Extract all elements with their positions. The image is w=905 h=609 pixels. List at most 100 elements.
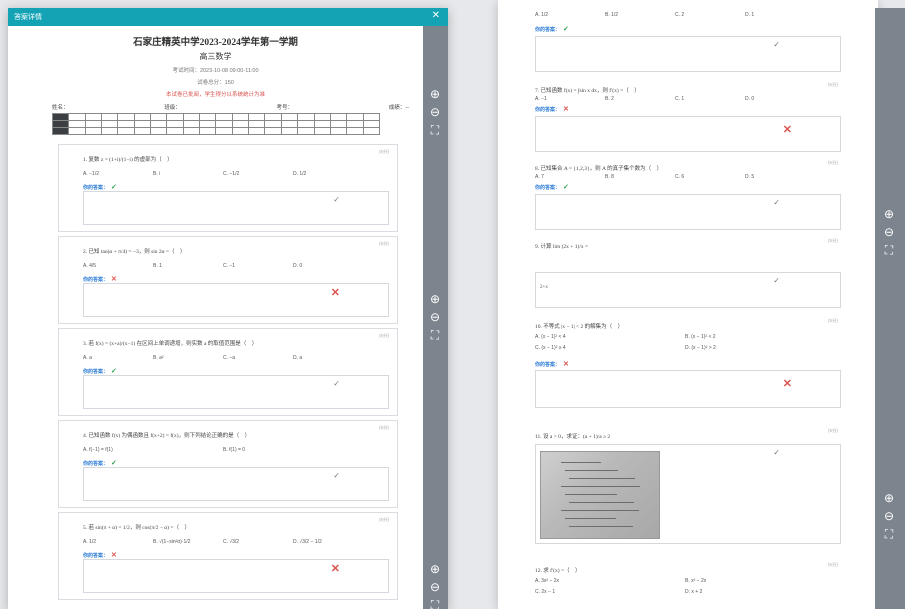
score-cell: [51, 127, 70, 135]
zoom-in-icon[interactable]: ⊕: [881, 206, 897, 222]
close-icon[interactable]: ✕: [432, 10, 440, 21]
option: C. (x − 1)² ≥ 4: [535, 345, 566, 351]
zoom-out-icon[interactable]: ⊖: [881, 224, 897, 240]
option-2: B. f(1) = 0: [223, 447, 246, 453]
score-cell: [133, 113, 152, 121]
exam-paper-view[interactable]: 石家庄精英中学2023-2024学年第一学期 高三数学 考试时间：2023-10…: [8, 26, 423, 609]
check-icon: ✓: [333, 471, 340, 480]
score-cell: [248, 113, 266, 121]
question-card: (5分) 1. 复数 z = (1+i)/(1−i) 的虚部为（ ） A. −1/2…: [58, 144, 398, 232]
zoom-out-icon[interactable]: ⊖: [881, 508, 897, 524]
fit-screen-icon[interactable]: ⛶: [427, 597, 443, 609]
question-score-label: (5分): [828, 428, 838, 433]
score-cell: [84, 120, 103, 128]
fit-screen-icon[interactable]: ⛶: [881, 526, 897, 542]
score-cell: [313, 120, 331, 128]
score-cell: [362, 120, 381, 128]
score-cell: [248, 127, 266, 135]
question-text: 12. 求 f′(x) =（ ）: [535, 568, 581, 574]
student-info-row: 姓名： 班级： 考号： 成绩：--: [8, 98, 423, 113]
option-3: D. 1/2: [293, 171, 307, 177]
question-options: A. f(−1) = f(1) B. f(1) = 0: [83, 447, 383, 453]
check-icon: ✓: [111, 184, 117, 191]
cross-icon: ✕: [782, 124, 792, 136]
zoom-rail: ⊕ ⊖ ⛶ ⊕ ⊖ ⛶ ⊕ ⊖ ⛶: [423, 26, 448, 609]
question-text: 1. 复数 z = (1+i)/(1−i) 的虚部为（ ）: [83, 157, 173, 163]
check-icon: ✓: [333, 195, 340, 204]
option-1: B. 1: [153, 263, 162, 269]
option: C. 2x − 1: [535, 589, 556, 595]
zoom-in-icon[interactable]: ⊕: [427, 86, 443, 102]
answer-box: 2+x ✓: [535, 272, 841, 308]
score-cell: [313, 127, 331, 135]
zoom-out-icon[interactable]: ⊖: [427, 104, 443, 120]
exam-subject: 高三数学: [199, 52, 232, 61]
check-icon: ✓: [111, 368, 117, 375]
question-text: 4. 已知函数 f(x) 为偶函数且 f(x+2) = f(x)，则下列结论正确…: [83, 433, 251, 439]
question-text: 3. 若 f(x) = (x+a)/(x−1) 在区间上单调递增，则实数 a 的…: [83, 341, 258, 347]
zoom-out-icon[interactable]: ⊖: [427, 309, 443, 325]
question-score-label: (5分): [379, 517, 389, 522]
question-score-label: (5分): [828, 318, 838, 323]
score-cell: [248, 120, 266, 128]
score-cell: [264, 127, 282, 135]
option-1: B. √(1−sin²α)·1/2: [153, 539, 191, 545]
option-3: D. √3/2 − 1/2: [293, 539, 322, 545]
option-2: C. 1: [675, 96, 685, 102]
exam-header: 石家庄精英中学2023-2024学年第一学期 高三数学 考试时间：2023-10…: [8, 26, 423, 98]
question-card: (5分) 2. 已知 tan(α + π/4) = −3，则 sin 2α =（ …: [58, 236, 398, 324]
exam-notice: 本试卷已批阅，学生得分以系统统计为准: [165, 92, 265, 98]
check-icon: ✓: [333, 379, 340, 388]
option-0: A. a: [83, 355, 92, 361]
score-cell: [346, 120, 364, 128]
fit-screen-icon[interactable]: ⛶: [881, 242, 897, 258]
option-0: A. 4/5: [83, 263, 97, 269]
answer-box: ✕: [83, 283, 389, 317]
score-cell: [68, 120, 86, 128]
cross-icon: ✕: [782, 378, 792, 390]
score-cell: [231, 120, 250, 128]
option-3: D. a: [293, 355, 303, 361]
option: A. 3x² − 2x: [535, 578, 560, 584]
question-card: (5分) 5. 若 sin(π + α) = 1/2，则 cos(π/2 − α)…: [58, 512, 398, 600]
your-answer: 你的答案： ✓: [83, 460, 117, 467]
answer-box: ✓: [83, 191, 389, 225]
answer-photo[interactable]: [540, 451, 660, 539]
question-options: A. 7 B. 8 C. 6 D. 5: [535, 174, 835, 180]
id-label: 考号：: [276, 105, 294, 111]
question-score-label: (5分): [379, 425, 389, 430]
option-2: C. −1/2: [223, 171, 240, 177]
fit-screen-icon[interactable]: ⛶: [427, 327, 443, 343]
answer-box: ✕: [83, 559, 389, 593]
score-cell: [329, 113, 348, 121]
score-cell: [84, 113, 103, 121]
option: D. x + 2: [685, 589, 703, 595]
score-cell: [150, 120, 168, 128]
score-cell: [329, 120, 348, 128]
option-0: A. −1: [535, 96, 547, 102]
check-icon: ✓: [773, 448, 780, 457]
score-cell: [199, 113, 217, 121]
question-score-label: (5分): [828, 82, 838, 87]
zoom-in-icon[interactable]: ⊕: [427, 291, 443, 307]
window-title: 答案详情: [14, 14, 42, 21]
option-0: A. f(−1) = f(1): [83, 447, 113, 453]
question-options: A. 1/2 B. √(1−sin²α)·1/2 C. √3/2 D. √3/2 − …: [83, 539, 383, 545]
zoom-out-icon[interactable]: ⊖: [427, 579, 443, 595]
option-3: D. 0: [293, 263, 303, 269]
score-cell: [68, 127, 86, 135]
zoom-in-icon[interactable]: ⊕: [881, 490, 897, 506]
your-answer: 你的答案： ✕: [535, 106, 569, 113]
answer-box: ✕: [535, 370, 841, 408]
your-answer: 你的答案： ✓: [83, 184, 117, 191]
option-2: C. √3/2: [223, 539, 240, 545]
option: A. (x − 1)² < 4: [535, 334, 566, 340]
cross-icon: ✕: [563, 361, 569, 368]
fit-screen-icon[interactable]: ⛶: [427, 122, 443, 138]
question-text: 7. 已知函数 f(x) = ∫sin x dx，则 f′(x) =（ ）: [535, 88, 640, 94]
answer-page-window[interactable]: A. 1/2 B. 1/2 C. 2 D. 1 你的答案： ✓ ✓ 7. 已知函数…: [498, 0, 878, 609]
check-icon: ✓: [773, 40, 780, 49]
zoom-in-icon[interactable]: ⊕: [427, 561, 443, 577]
question-text: 8. 已知集合 A = {1,2,3}，则 A 的真子集个数为（ ）: [535, 166, 663, 172]
score-cell: [313, 113, 331, 121]
